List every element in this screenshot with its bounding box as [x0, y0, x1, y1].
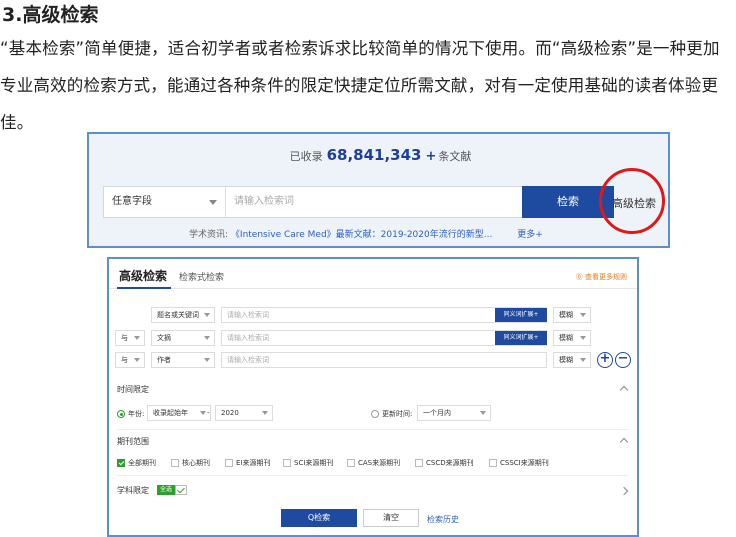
clear-button[interactable]: 清空: [363, 509, 419, 527]
remove-row-icon[interactable]: −: [615, 352, 631, 368]
divider: [117, 429, 629, 430]
match-select[interactable]: 模糊: [553, 352, 591, 368]
count-number: 68,841,343: [326, 146, 422, 164]
more-link[interactable]: 更多+: [517, 230, 543, 240]
chevron-down-icon: [480, 411, 486, 415]
search-input[interactable]: 请输入检索词: [234, 187, 294, 217]
journal-checkbox[interactable]: [489, 459, 497, 467]
field-select[interactable]: 任意字段: [104, 187, 226, 217]
add-row-icon[interactable]: +: [597, 352, 613, 368]
advanced-search-button[interactable]: Q检索: [281, 509, 357, 527]
expand-icon[interactable]: [619, 486, 629, 496]
match-select[interactable]: 模糊: [553, 307, 591, 323]
divider: [117, 475, 629, 476]
chevron-down-icon: [204, 358, 210, 362]
section-heading: 3.高级检索: [2, 4, 99, 26]
journal-label: 核心期刊: [182, 459, 210, 467]
journal-checkbox[interactable]: [225, 459, 233, 467]
journal-checkbox[interactable]: [171, 459, 179, 467]
chevron-down-icon: [580, 358, 586, 362]
highlight-circle: [599, 168, 665, 234]
update-radio[interactable]: [371, 410, 379, 418]
logic-select[interactable]: 与: [115, 330, 145, 346]
query-row: 题名或关键词 请输入检索词 同义词扩展+ 模糊: [109, 307, 637, 325]
check-icon: [175, 485, 187, 495]
year-label: 年份:: [128, 410, 145, 418]
journal-label: CSCD来源期刊: [426, 459, 474, 467]
journal-label: CSSCI来源期刊: [500, 459, 549, 467]
journal-section-title: 期刊范围: [117, 437, 149, 446]
journal-checkbox[interactable]: [415, 459, 423, 467]
news-link[interactable]: 《Intensive Care Med》最新文献：2019-2020年流行的新型…: [231, 230, 492, 240]
journal-checkbox[interactable]: [347, 459, 355, 467]
basic-search-screenshot: 已收录 68,841,343 + 条文献 任意字段 请输入检索词 检索 高级检索 学术…: [87, 132, 670, 248]
synonym-expand-button[interactable]: 同义词扩展+: [495, 308, 547, 322]
rules-link[interactable]: ⓪ 查看更多规则: [576, 272, 627, 282]
synonym-expand-button[interactable]: 同义词扩展+: [495, 331, 547, 345]
chevron-down-icon: [262, 411, 268, 415]
journal-checkbox[interactable]: [283, 459, 291, 467]
update-label: 更新时间:: [382, 410, 413, 418]
tab-advanced-search[interactable]: 高级检索: [119, 267, 167, 284]
update-select[interactable]: 一个月内: [417, 405, 491, 421]
tab-expression-search[interactable]: 检索式检索: [179, 270, 224, 283]
term-input[interactable]: 请输入检索词: [221, 352, 547, 368]
academic-news: 学术资讯: 《Intensive Care Med》最新文献：2019-2020…: [189, 230, 543, 240]
select-all-badge[interactable]: 全选: [157, 485, 176, 495]
year-dash: -: [207, 409, 210, 417]
intro-paragraph: “基本检索”简单便捷，适合初学者或者检索诉求比较简单的情况下使用。而“高级检索”…: [0, 39, 720, 132]
chevron-down-icon: [204, 336, 210, 340]
logic-select[interactable]: 与: [115, 352, 145, 368]
chevron-down-icon: [209, 200, 217, 205]
chevron-down-icon: [134, 358, 140, 362]
match-select[interactable]: 模糊: [553, 330, 591, 346]
year-radio[interactable]: [117, 410, 125, 418]
field-select[interactable]: 题名或关键词: [151, 307, 215, 323]
chevron-down-icon: [204, 313, 210, 317]
collection-count: 已收录 68,841,343 + 条文献: [289, 146, 472, 164]
search-tabs: 高级检索 检索式检索 ⓪ 查看更多规则: [109, 259, 637, 289]
year-from-select[interactable]: 收录起始年: [147, 405, 211, 421]
journal-label: SCI来源期刊: [294, 459, 334, 467]
query-row: 与 作者 请输入检索词 模糊 + −: [109, 352, 637, 370]
collapse-icon[interactable]: [619, 385, 629, 395]
field-select[interactable]: 作者: [151, 352, 215, 368]
chevron-down-icon: [134, 336, 140, 340]
basic-search-bar: 任意字段 请输入检索词 检索: [103, 186, 614, 218]
journal-label: 全部期刊: [128, 459, 156, 467]
year-to-select[interactable]: 2020: [215, 405, 273, 421]
journal-label: EI来源期刊: [236, 459, 271, 467]
time-section-title: 时间限定: [117, 385, 149, 394]
subject-label: 学科限定: [117, 486, 149, 495]
field-select[interactable]: 文摘: [151, 330, 215, 346]
journal-checkbox[interactable]: [117, 459, 125, 467]
chevron-down-icon: [580, 336, 586, 340]
chevron-down-icon: [200, 411, 206, 415]
journal-label: CAS来源期刊: [358, 459, 401, 467]
active-tab-indicator: [117, 287, 171, 289]
collapse-icon[interactable]: [619, 437, 629, 447]
chevron-down-icon: [580, 313, 586, 317]
query-row: 与 文摘 请输入检索词 同义词扩展+ 模糊: [109, 330, 637, 348]
advanced-search-screenshot: 高级检索 检索式检索 ⓪ 查看更多规则 题名或关键词 请输入检索词 同义词扩展+…: [107, 257, 639, 537]
history-link[interactable]: 检索历史: [427, 514, 459, 525]
